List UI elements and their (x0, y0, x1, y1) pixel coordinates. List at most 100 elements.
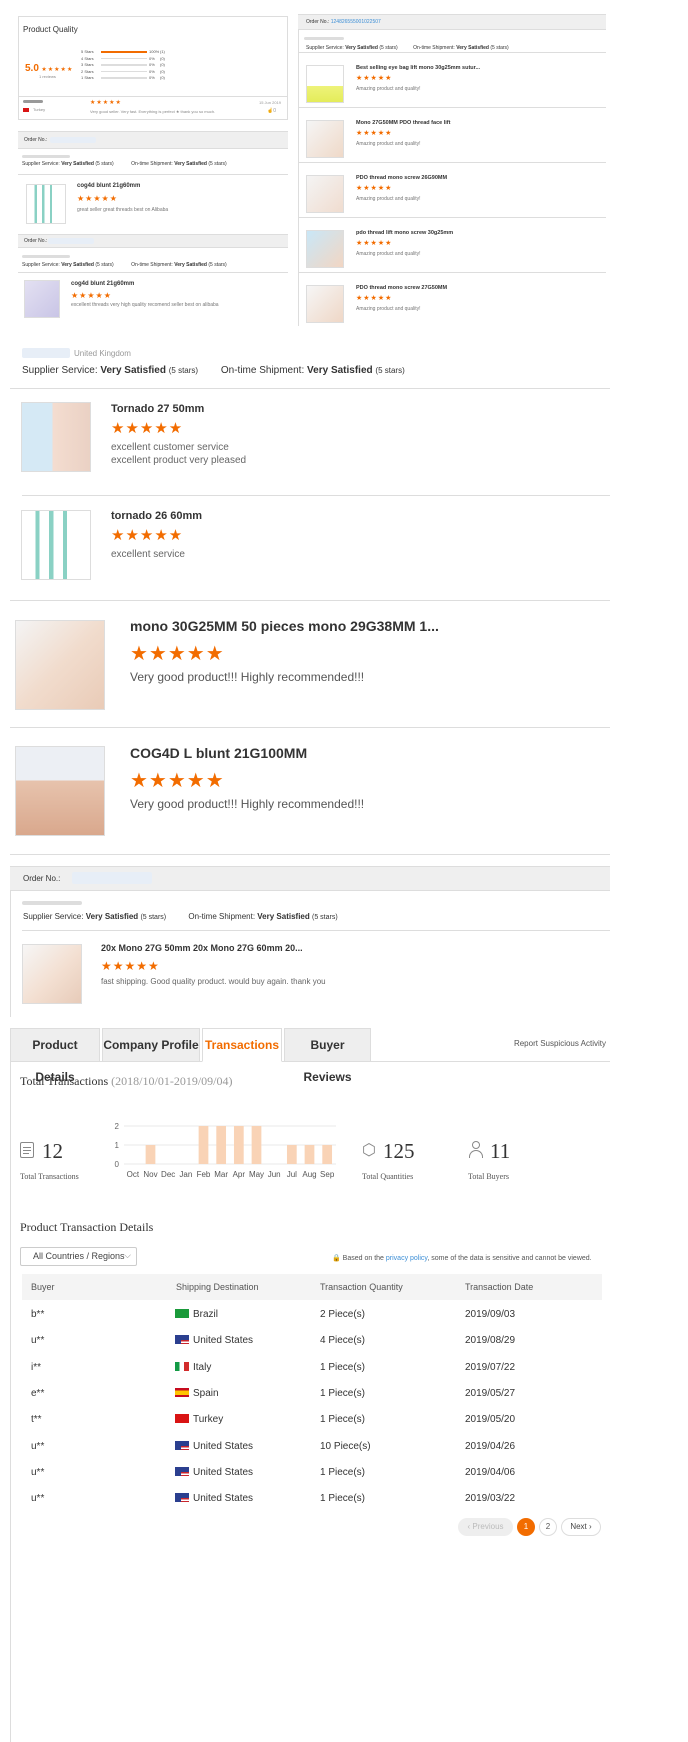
review-text: Amazing product and quality! (356, 196, 421, 202)
page-1-button[interactable]: 1 (517, 1518, 535, 1536)
product-thumbnail[interactable] (22, 944, 82, 1004)
order-number-link[interactable]: 124826555001022507 (331, 19, 381, 25)
destination-cell: Brazil (175, 1300, 218, 1329)
product-stars: ★★★★★ (101, 959, 160, 973)
product-thumbnail[interactable] (15, 620, 105, 710)
reviewer-country: United Kingdom (74, 349, 131, 358)
x-tick-label: Oct (127, 1170, 140, 1179)
x-tick-label: Apr (233, 1170, 246, 1179)
chevron-left-icon: ‹ (467, 1522, 471, 1531)
next-page-button[interactable]: Next › (561, 1518, 601, 1536)
order-header: Order No.: 124826555001022507 (298, 14, 606, 30)
previous-page-button[interactable]: ‹ Previous (458, 1518, 513, 1536)
tab-buyer-reviews[interactable]: Buyer Reviews (284, 1028, 371, 1084)
product-name[interactable]: tornado 26 60mm (111, 510, 202, 522)
product-name[interactable]: Mono 27G50MM PDO thread face lift (356, 120, 450, 126)
rating-bar-row: 4 Stars 0% (0) (81, 56, 181, 62)
tab-product-details[interactable]: Product Details (10, 1028, 100, 1084)
product-name[interactable]: PDO thread mono screw 26G90MM (356, 175, 447, 181)
product-stars: ★★★★★ (130, 770, 225, 792)
review-text: great seller great threads best on Aliba… (77, 207, 169, 213)
review-text: Amazing product and quality! (356, 306, 421, 312)
order-number-blurred (50, 137, 96, 143)
bar-mar[interactable] (216, 1126, 227, 1164)
review-text: Amazing product and quality! (356, 86, 421, 92)
product-name[interactable]: pdo thread lift mono screw 30g25mm (356, 230, 453, 236)
review-text: Amazing product and quality! (356, 141, 421, 147)
product-thumbnail[interactable] (24, 280, 60, 318)
report-suspicious-link[interactable]: Report Suspicious Activity (514, 1039, 606, 1048)
reviewer-name-blurred (23, 100, 43, 103)
total-quantities-value: 125 (383, 1139, 415, 1163)
product-thumbnail[interactable] (21, 402, 91, 472)
product-name[interactable]: mono 30G25MM 50 pieces mono 29G38MM 1... (130, 618, 439, 634)
product-name[interactable]: COG4D L blunt 21G100MM (130, 745, 307, 761)
table-header: Buyer Shipping Destination Transaction Q… (22, 1274, 602, 1300)
total-buyers-label: Total Buyers (468, 1172, 509, 1181)
usa-flag-icon (175, 1440, 189, 1450)
transactions-bar-chart: 0 1 2 Oct Nov Dec Jan Feb Mar Apr May Jun Jul Aug Sep (115, 1122, 336, 1179)
bar-apr[interactable] (233, 1126, 244, 1164)
product-name[interactable]: cog4d blunt 21g60mm (77, 183, 140, 189)
italy-flag-icon (175, 1361, 189, 1371)
tab-bar: Product Details Company Profile Transact… (10, 1028, 610, 1084)
product-name[interactable]: PDO thread mono screw 27G50MM (356, 285, 447, 291)
product-thumbnail[interactable] (26, 184, 66, 224)
buyer-cell: u** (31, 1493, 45, 1505)
bar-nov[interactable] (145, 1145, 156, 1164)
product-thumbnail[interactable] (306, 120, 344, 158)
rating-bar-row: 5 Stars 100% (1) (81, 49, 181, 55)
date-cell: 2019/05/27 (465, 1387, 516, 1399)
buyer-cell: i** (31, 1361, 42, 1373)
chevron-right-icon: › (589, 1522, 592, 1531)
product-name[interactable]: cog4d blunt 21g60mm (71, 281, 134, 287)
review-text: Very good seller. Very fast. Everything … (90, 109, 216, 114)
tab-company-profile[interactable]: Company Profile (102, 1028, 200, 1062)
rating-bar-percent: 100% (149, 49, 160, 54)
product-thumbnail[interactable] (306, 65, 344, 103)
product-name[interactable]: Tornado 27 50mm (111, 403, 204, 415)
country-filter-select[interactable]: All Countries / Regions ⌵ (20, 1247, 137, 1266)
bar-may[interactable] (251, 1126, 262, 1164)
quantity-cell: 1 Piece(s) (320, 1414, 366, 1426)
product-name[interactable]: 20x Mono 27G 50mm 20x Mono 27G 60mm 20..… (101, 943, 303, 953)
table-row: u** United States 4 Piece(s) 2019/08/29 (24, 1326, 668, 1355)
bar-sep[interactable] (322, 1145, 333, 1164)
review-text: Amazing product and quality! (356, 251, 421, 257)
rating-bar-row: 3 Stars 0% (0) (81, 62, 181, 68)
product-thumbnail[interactable] (15, 746, 105, 836)
tab-transactions[interactable]: Transactions (202, 1028, 282, 1062)
bar-feb[interactable] (198, 1126, 209, 1164)
page-2-button[interactable]: 2 (539, 1518, 557, 1536)
order-ratings: Supplier Service: Very Satisfied (5 star… (23, 912, 338, 921)
order-header: Order No.: (10, 866, 610, 891)
bar-aug[interactable] (304, 1145, 315, 1164)
quantity-cell: 1 Piece(s) (320, 1466, 366, 1478)
reviewer-name-blurred (22, 348, 70, 358)
product-thumbnail[interactable] (21, 510, 91, 580)
quality-count: 1 reviews (39, 74, 56, 79)
product-stars: ★★★★★ (111, 420, 184, 437)
order-ratings: Supplier Service: Very Satisfied (5 star… (306, 45, 509, 51)
rating-bar-percent: 0% (149, 62, 155, 67)
product-thumbnail[interactable] (306, 175, 344, 213)
review-like-button[interactable]: ☝0 (267, 108, 276, 114)
buyer-cell: u** (31, 1440, 45, 1452)
product-stars: ★★★★★ (130, 643, 225, 665)
spain-flag-icon (175, 1387, 189, 1397)
product-name[interactable]: Best selling eye bag lift mono 30g25mm s… (356, 65, 480, 71)
transactions-title: Total Transactions (2018/10/01-2019/09/0… (20, 1074, 233, 1088)
product-thumbnail[interactable] (306, 285, 344, 323)
destination-cell: Italy (175, 1353, 211, 1382)
date-cell: 2019/04/26 (465, 1440, 516, 1452)
privacy-policy-link[interactable]: privacy policy (386, 1255, 428, 1262)
order-ratings: Supplier Service: Very Satisfied (5 star… (22, 161, 227, 167)
order-header: Order No.: (18, 131, 288, 149)
product-thumbnail[interactable] (306, 230, 344, 268)
date-cell: 2019/09/03 (465, 1309, 516, 1320)
total-buyers-value: 11 (490, 1139, 511, 1163)
total-quantities-label: Total Quantities (362, 1172, 414, 1181)
brazil-flag-icon (175, 1309, 189, 1318)
bar-jul[interactable] (286, 1145, 297, 1164)
review-text: excellent threads very high quality reco… (71, 302, 219, 308)
